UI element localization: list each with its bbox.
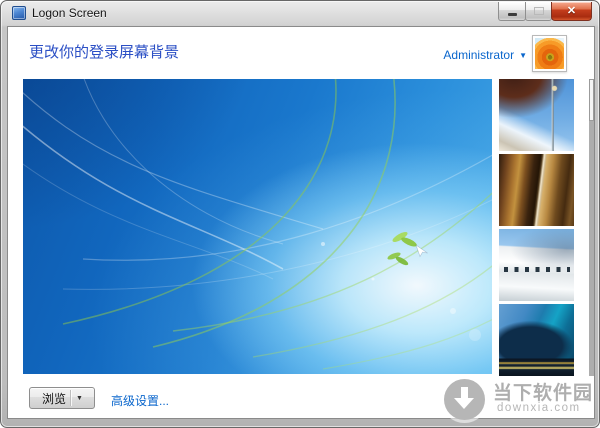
logon-background-preview bbox=[23, 79, 492, 374]
user-dropdown[interactable]: Administrator ▼ bbox=[443, 48, 527, 62]
app-icon bbox=[12, 6, 26, 20]
wallpaper-overlay bbox=[23, 79, 492, 370]
minimize-button[interactable] bbox=[498, 2, 526, 21]
minimize-icon bbox=[507, 12, 517, 16]
cursor-icon bbox=[415, 244, 428, 258]
window-controls: ✕ bbox=[498, 1, 592, 21]
windows-logo-icon bbox=[387, 232, 417, 266]
thumbnail-scrollbar-thumb[interactable] bbox=[589, 79, 594, 121]
chevron-down-icon: ▼ bbox=[76, 394, 83, 402]
content-area: 更改你的登录屏幕背景 Administrator ▼ 浏览 ▼ 高级设置... bbox=[7, 26, 595, 419]
window-title: Logon Screen bbox=[32, 6, 107, 20]
chevron-down-icon: ▼ bbox=[519, 50, 527, 60]
flower-image bbox=[535, 38, 564, 69]
user-dropdown-label: Administrator bbox=[443, 48, 515, 62]
page-title: 更改你的登录屏幕背景 bbox=[29, 44, 180, 61]
maximize-icon bbox=[533, 7, 544, 15]
current-background-thumbnail[interactable] bbox=[532, 35, 567, 72]
background-thumbnail-2[interactable] bbox=[499, 154, 574, 226]
advanced-settings-link[interactable]: 高级设置... bbox=[111, 392, 169, 409]
close-button[interactable]: ✕ bbox=[551, 2, 592, 21]
background-thumbnail-3[interactable] bbox=[499, 229, 574, 301]
browse-button-label: 浏览 bbox=[41, 391, 66, 406]
thumbnail-scrollbar-track[interactable] bbox=[589, 79, 594, 376]
logon-screen-window: Logon Screen ✕ 更改你的登录屏幕背景 Administrator … bbox=[0, 0, 600, 428]
background-thumbnail-4[interactable] bbox=[499, 304, 574, 376]
maximize-button bbox=[525, 2, 552, 21]
browse-button[interactable]: 浏览 ▼ bbox=[29, 387, 95, 409]
background-thumbnail-1[interactable] bbox=[499, 79, 574, 151]
close-icon: ✕ bbox=[566, 4, 577, 17]
